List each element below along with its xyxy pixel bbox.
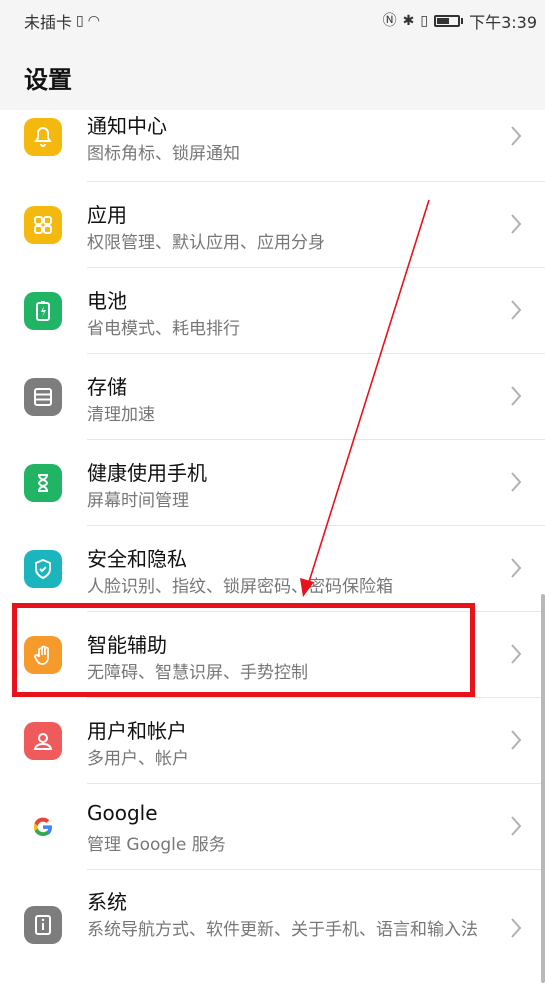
bell-icon bbox=[24, 118, 62, 156]
settings-item-subtitle: 省电模式、耗电排行 bbox=[87, 319, 240, 339]
chevron-right-icon bbox=[509, 384, 523, 408]
scrollbar[interactable] bbox=[541, 594, 545, 983]
chevron-right-icon bbox=[509, 212, 523, 236]
settings-list: 通知中心图标角标、锁屏通知应用权限管理、默认应用、应用分身电池省电模式、耗电排行… bbox=[0, 110, 545, 983]
chevron-right-icon bbox=[509, 556, 523, 580]
carrier-label: 未插卡 bbox=[24, 13, 73, 32]
settings-item[interactable]: 安全和隐私人脸识别、指纹、锁屏密码、密码保险箱 bbox=[0, 526, 545, 612]
settings-item-subtitle: 屏幕时间管理 bbox=[87, 491, 189, 511]
settings-item[interactable]: 电池省电模式、耗电排行 bbox=[0, 268, 545, 354]
settings-item-title: Google bbox=[87, 801, 158, 825]
settings-item-subtitle: 多用户、帐户 bbox=[87, 749, 189, 769]
settings-item-title: 存储 bbox=[87, 375, 127, 399]
chevron-right-icon bbox=[509, 298, 523, 322]
settings-item-subtitle: 人脸识别、指纹、锁屏密码、密码保险箱 bbox=[87, 577, 393, 597]
clock: 下午3:39 bbox=[469, 13, 537, 32]
settings-item-subtitle: 图标角标、锁屏通知 bbox=[87, 144, 240, 164]
chevron-right-icon bbox=[509, 814, 523, 838]
settings-item-title: 安全和隐私 bbox=[87, 547, 187, 571]
settings-item[interactable]: 用户和帐户多用户、帐户 bbox=[0, 698, 545, 784]
top-bar: 未插卡 ▯ ◠ Ⓝ ✱ ▯ 下午3:39 设置 bbox=[0, 0, 545, 110]
hourglass-icon bbox=[24, 464, 62, 502]
settings-item-subtitle: 管理 Google 服务 bbox=[87, 835, 226, 855]
chevron-right-icon bbox=[509, 642, 523, 666]
user-icon bbox=[24, 722, 62, 760]
settings-item[interactable]: 健康使用手机屏幕时间管理 bbox=[0, 440, 545, 526]
page-title: 设置 bbox=[24, 66, 72, 94]
info-icon bbox=[24, 906, 62, 944]
shield-icon bbox=[24, 550, 62, 588]
settings-item-subtitle: 系统导航方式、软件更新、关于手机、语言和输入法 bbox=[87, 920, 478, 940]
settings-item-title: 应用 bbox=[87, 203, 127, 227]
chevron-right-icon bbox=[509, 124, 523, 148]
battery-icon bbox=[24, 292, 62, 330]
nfc-icon: Ⓝ bbox=[382, 13, 397, 29]
settings-item[interactable]: Google 管理 Google 服务 bbox=[0, 784, 545, 870]
settings-item-title: 用户和帐户 bbox=[87, 719, 187, 743]
chevron-right-icon bbox=[509, 728, 523, 752]
settings-item-title: 通知中心 bbox=[87, 114, 167, 138]
settings-item-title: 健康使用手机 bbox=[87, 461, 207, 485]
settings-item[interactable]: 系统系统导航方式、软件更新、关于手机、语言和输入法 bbox=[0, 870, 545, 983]
battery-status-icon bbox=[434, 15, 461, 27]
wifi-icon: ◠ bbox=[87, 13, 100, 29]
settings-item[interactable]: 应用权限管理、默认应用、应用分身 bbox=[0, 182, 545, 268]
bluetooth-icon: ✱ bbox=[402, 13, 415, 29]
apps-grid-icon bbox=[24, 206, 62, 244]
google-icon bbox=[24, 808, 62, 846]
settings-item[interactable]: 存储 清理加速 bbox=[0, 354, 545, 440]
settings-item-title: 系统 bbox=[87, 890, 127, 914]
settings-item[interactable]: 通知中心图标角标、锁屏通知 bbox=[0, 110, 545, 182]
chevron-right-icon bbox=[509, 916, 523, 940]
storage-icon bbox=[24, 378, 62, 416]
sim-alert-icon: ▯ bbox=[76, 13, 84, 29]
settings-item-subtitle: 权限管理、默认应用、应用分身 bbox=[87, 233, 325, 253]
settings-item-subtitle: 清理加速 bbox=[87, 405, 155, 425]
status-bar: 未插卡 ▯ ◠ Ⓝ ✱ ▯ 下午3:39 bbox=[0, 0, 545, 40]
vibrate-icon: ▯ bbox=[420, 13, 429, 29]
settings-item-title: 电池 bbox=[87, 289, 127, 313]
battery-tip bbox=[461, 18, 464, 24]
highlight-box bbox=[12, 603, 475, 697]
chevron-right-icon bbox=[509, 470, 523, 494]
